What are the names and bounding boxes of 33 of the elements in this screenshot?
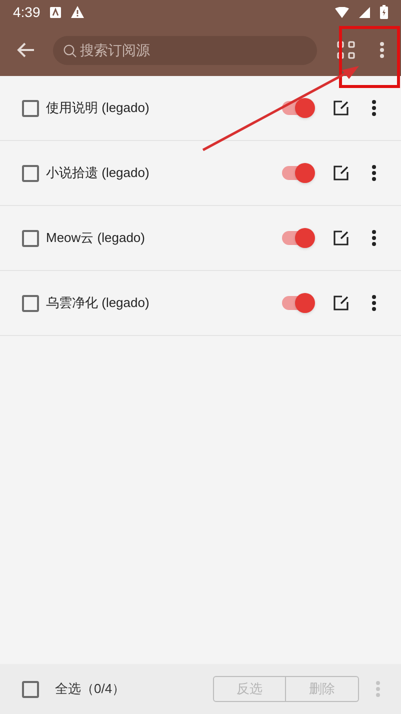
edit-icon[interactable] [333, 295, 349, 311]
search-field[interactable]: 搜索订阅源 [53, 36, 317, 64]
warning-icon [71, 6, 84, 18]
source-name: Meow云 (legado) [46, 229, 146, 248]
toggle-switch[interactable] [281, 98, 315, 118]
checkbox[interactable] [22, 100, 39, 116]
source-name: 乌雲净化 (legado) [46, 294, 150, 312]
edit-icon[interactable] [333, 230, 349, 246]
more-icon[interactable] [371, 294, 377, 312]
back-arrow-icon [17, 42, 35, 58]
edit-icon[interactable] [333, 100, 349, 116]
search-icon [63, 44, 77, 58]
signal-icon [359, 6, 370, 18]
status-time: 4:39 [13, 2, 40, 22]
select-all-label: 全选（0/4） [55, 680, 126, 698]
wifi-icon [335, 6, 349, 18]
battery-icon [380, 5, 388, 19]
highlight-frame [339, 26, 400, 88]
edit-icon[interactable] [333, 165, 349, 181]
checkbox[interactable] [22, 164, 39, 182]
checkbox[interactable] [22, 230, 39, 246]
checkbox[interactable] [22, 680, 39, 698]
group-icon[interactable] [337, 41, 355, 59]
more-icon[interactable] [371, 99, 377, 117]
toggle-switch[interactable] [281, 293, 315, 313]
source-name: 使用说明 (legado) [46, 99, 150, 118]
more-icon[interactable] [371, 164, 377, 182]
checkbox[interactable] [22, 294, 39, 312]
toggle-switch[interactable] [281, 228, 315, 248]
source-name: 小说拾遗 (legado) [46, 164, 150, 182]
notification-icon [50, 6, 62, 18]
more-icon[interactable] [371, 229, 377, 247]
toggle-switch[interactable] [281, 163, 315, 183]
